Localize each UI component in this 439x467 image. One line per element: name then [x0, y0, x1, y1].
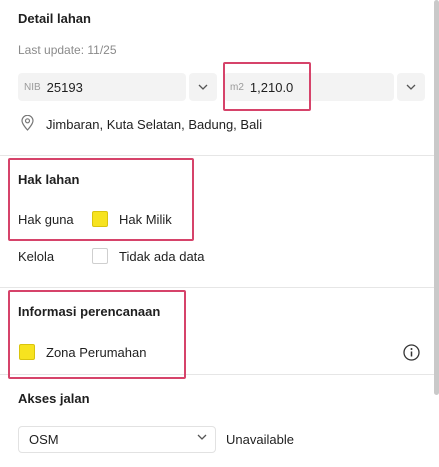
nib-value: 25193: [46, 79, 83, 95]
area-highlight-box: [223, 62, 311, 111]
info-icon[interactable]: [403, 344, 420, 361]
kelola-label: Kelola: [18, 249, 55, 264]
divider: [0, 287, 434, 288]
perencanaan-highlight-box: [8, 290, 186, 379]
chevron-down-icon: [198, 84, 208, 90]
last-update-text: Last update: 11/25: [18, 43, 117, 57]
akses-source-value: OSM: [29, 432, 59, 447]
divider: [0, 155, 434, 156]
kelola-swatch: [92, 248, 108, 264]
nib-dropdown-button[interactable]: [189, 73, 217, 101]
map-pin-icon: [21, 115, 34, 131]
scrollbar[interactable]: [434, 0, 439, 395]
nib-field[interactable]: NIB 25193: [18, 73, 186, 101]
detail-lahan-title: Detail lahan: [18, 11, 91, 26]
location-text: Jimbaran, Kuta Selatan, Badung, Bali: [46, 117, 263, 132]
chevron-down-icon: [406, 84, 416, 90]
akses-status: Unavailable: [226, 432, 294, 447]
akses-source-select[interactable]: OSM: [18, 426, 216, 453]
kelola-value: Tidak ada data: [119, 249, 205, 264]
akses-jalan-title: Akses jalan: [18, 391, 90, 406]
nib-prefix: NIB: [24, 81, 41, 93]
area-dropdown-button[interactable]: [397, 73, 425, 101]
chevron-down-icon: [197, 434, 207, 440]
hak-lahan-highlight-box: [8, 158, 194, 241]
